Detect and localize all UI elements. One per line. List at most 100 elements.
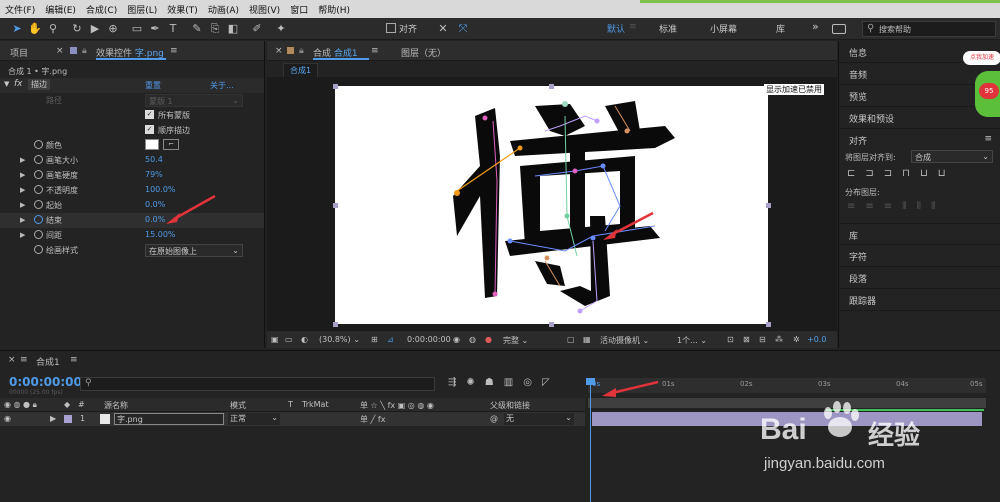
- eyedropper-icon[interactable]: ⌐: [163, 139, 179, 150]
- mask-visibility-icon[interactable]: ◐: [301, 335, 308, 344]
- workspace-library[interactable]: 库: [776, 22, 785, 35]
- distribute-bottom-icon[interactable]: ≡: [884, 201, 892, 212]
- snap-icon[interactable]: ✕: [436, 22, 450, 36]
- menu-edit[interactable]: 编辑(E): [40, 3, 81, 16]
- stopwatch-icon[interactable]: [34, 185, 43, 194]
- panel-menu-icon[interactable]: ≡: [984, 134, 992, 144]
- stopwatch-icon[interactable]: [34, 155, 43, 164]
- fit-icon[interactable]: ⊞: [371, 335, 378, 344]
- align-top-icon[interactable]: ⊓: [902, 168, 910, 179]
- workspace-menu-icon[interactable]: ≡: [629, 22, 637, 32]
- expand-triangle-icon[interactable]: ▶: [20, 171, 25, 179]
- all-masks-checkbox[interactable]: ✓: [145, 110, 154, 119]
- rectangle-tool-icon[interactable]: ▭: [130, 22, 144, 36]
- workspace-default[interactable]: 默认: [607, 22, 625, 35]
- align-hcenter-icon[interactable]: ⊐: [865, 168, 873, 179]
- effect-reset-link[interactable]: 重置: [145, 80, 161, 91]
- panel-paragraph[interactable]: 段落: [839, 267, 1000, 289]
- prop-spacing-value[interactable]: 15.00%: [145, 230, 176, 239]
- paint-style-dropdown[interactable]: 在原始图像上 ⌄: [145, 244, 243, 257]
- brush-tool-icon[interactable]: ✎: [190, 22, 204, 36]
- show-snapshot-icon[interactable]: ◍: [469, 335, 476, 344]
- draft-3d-icon[interactable]: ✺: [466, 377, 474, 388]
- layer-search-input[interactable]: ⚲: [80, 377, 435, 391]
- pick-whip-icon[interactable]: @: [490, 414, 498, 423]
- rotate-tool-icon[interactable]: ↻: [70, 22, 84, 36]
- panel-character[interactable]: 字符: [839, 245, 1000, 267]
- flowchart-icon[interactable]: ⁂: [775, 335, 783, 344]
- align-right-icon[interactable]: ⊐: [884, 168, 892, 179]
- pixel-aspect-icon[interactable]: ⊠: [743, 335, 750, 344]
- layer-switches[interactable]: 单 ╱ fx: [360, 414, 385, 425]
- visibility-eye-icon[interactable]: ◉: [4, 414, 11, 423]
- always-preview-icon[interactable]: ▣: [271, 335, 279, 344]
- col-trkmat[interactable]: TrkMat: [302, 400, 329, 409]
- stopwatch-icon[interactable]: [34, 230, 43, 239]
- transform-handle[interactable]: [549, 322, 554, 327]
- expand-triangle-icon[interactable]: ▶: [20, 231, 25, 239]
- comp-canvas[interactable]: [335, 86, 768, 324]
- panel-menu-icon[interactable]: ≡: [20, 355, 28, 365]
- lock-icon[interactable]: 🔒︎: [299, 46, 304, 56]
- distribute-left-icon[interactable]: ⦀: [902, 201, 906, 212]
- playhead-handle[interactable]: [586, 378, 595, 385]
- menu-help[interactable]: 帮助(H): [313, 3, 355, 16]
- tab-layer[interactable]: 图层（无）: [401, 46, 446, 59]
- align-to-dropdown[interactable]: 合成 ⌄: [911, 150, 993, 163]
- color-swatch[interactable]: [145, 139, 159, 150]
- motion-blur-icon[interactable]: ◎: [523, 377, 532, 388]
- lock-icon[interactable]: 🔒︎: [82, 46, 87, 56]
- grid-icon[interactable]: ⊿: [387, 335, 394, 344]
- col-source-name[interactable]: 源名称: [104, 400, 128, 411]
- transform-handle[interactable]: [549, 84, 554, 89]
- panel-library[interactable]: 库: [839, 223, 1000, 245]
- layer-label-swatch[interactable]: [64, 415, 72, 423]
- menu-file[interactable]: 文件(F): [0, 3, 40, 16]
- expand-triangle-icon[interactable]: ▶: [20, 201, 25, 209]
- close-icon[interactable]: ×: [56, 46, 64, 56]
- align-vcenter-icon[interactable]: ⊔: [920, 168, 928, 179]
- hand-tool-icon[interactable]: ✋: [28, 22, 42, 36]
- workspace-more-button[interactable]: »: [812, 20, 819, 33]
- type-tool-icon[interactable]: T: [166, 22, 180, 36]
- menu-layer[interactable]: 图层(L): [122, 3, 162, 16]
- comp-sub-tab[interactable]: 合成1: [283, 63, 319, 78]
- sequential-stroke-checkbox[interactable]: ✓: [145, 125, 154, 134]
- menu-view[interactable]: 视图(V): [244, 3, 285, 16]
- camera-tool-icon[interactable]: ▶: [88, 22, 102, 36]
- speedup-badge[interactable]: 点我加速: [963, 51, 1000, 65]
- effect-name[interactable]: 描边: [28, 79, 50, 90]
- stopwatch-icon[interactable]: [34, 200, 43, 209]
- timeline-tab[interactable]: 合成1: [36, 355, 60, 368]
- close-icon[interactable]: ×: [275, 46, 283, 56]
- col-t[interactable]: T: [288, 400, 293, 409]
- layer-mode-dropdown[interactable]: 正常 ⌄: [228, 413, 280, 425]
- resolution-dropdown[interactable]: 完整 ⌄: [503, 335, 528, 346]
- pan-behind-tool-icon[interactable]: ⊕: [106, 22, 120, 36]
- eraser-tool-icon[interactable]: ◧: [226, 22, 240, 36]
- expand-triangle-icon[interactable]: ▶: [20, 216, 25, 224]
- effect-about-link[interactable]: 关于...: [210, 80, 234, 91]
- prop-brush-hardness-value[interactable]: 79%: [145, 170, 163, 179]
- frame-blending-icon[interactable]: ▥: [504, 377, 513, 388]
- transform-handle[interactable]: [333, 322, 338, 327]
- panel-align[interactable]: 对齐 ≡: [839, 129, 1000, 151]
- transform-handle[interactable]: [766, 322, 771, 327]
- speedup-widget[interactable]: 95: [975, 71, 1000, 117]
- tab-project[interactable]: 项目: [10, 46, 28, 59]
- region-icon[interactable]: ▢: [567, 335, 575, 344]
- camera-dropdown[interactable]: 活动摄像机 ⌄: [600, 335, 649, 346]
- layer-row[interactable]: ◉ ▶ 1 字.png 正常 ⌄ 单 ╱ fx @ 无 ⌄: [0, 412, 585, 426]
- expand-triangle-icon[interactable]: ▶: [50, 414, 56, 423]
- monitor-icon[interactable]: ▭: [285, 335, 293, 344]
- expand-triangle-icon[interactable]: ▼: [4, 80, 9, 88]
- shy-layers-icon[interactable]: ☗: [485, 377, 494, 388]
- menu-window[interactable]: 窗口: [285, 3, 313, 16]
- menu-composition[interactable]: 合成(C): [81, 3, 122, 16]
- col-mode[interactable]: 模式: [230, 400, 246, 411]
- graph-editor-icon[interactable]: ◸: [542, 377, 550, 388]
- align-bottom-icon[interactable]: ⊔: [938, 168, 946, 179]
- timeline-timecode[interactable]: 0:00:00:00: [9, 375, 82, 389]
- transparency-grid-icon[interactable]: ▦: [583, 335, 591, 344]
- help-search-input[interactable]: ⚲ 搜索帮助: [862, 21, 996, 37]
